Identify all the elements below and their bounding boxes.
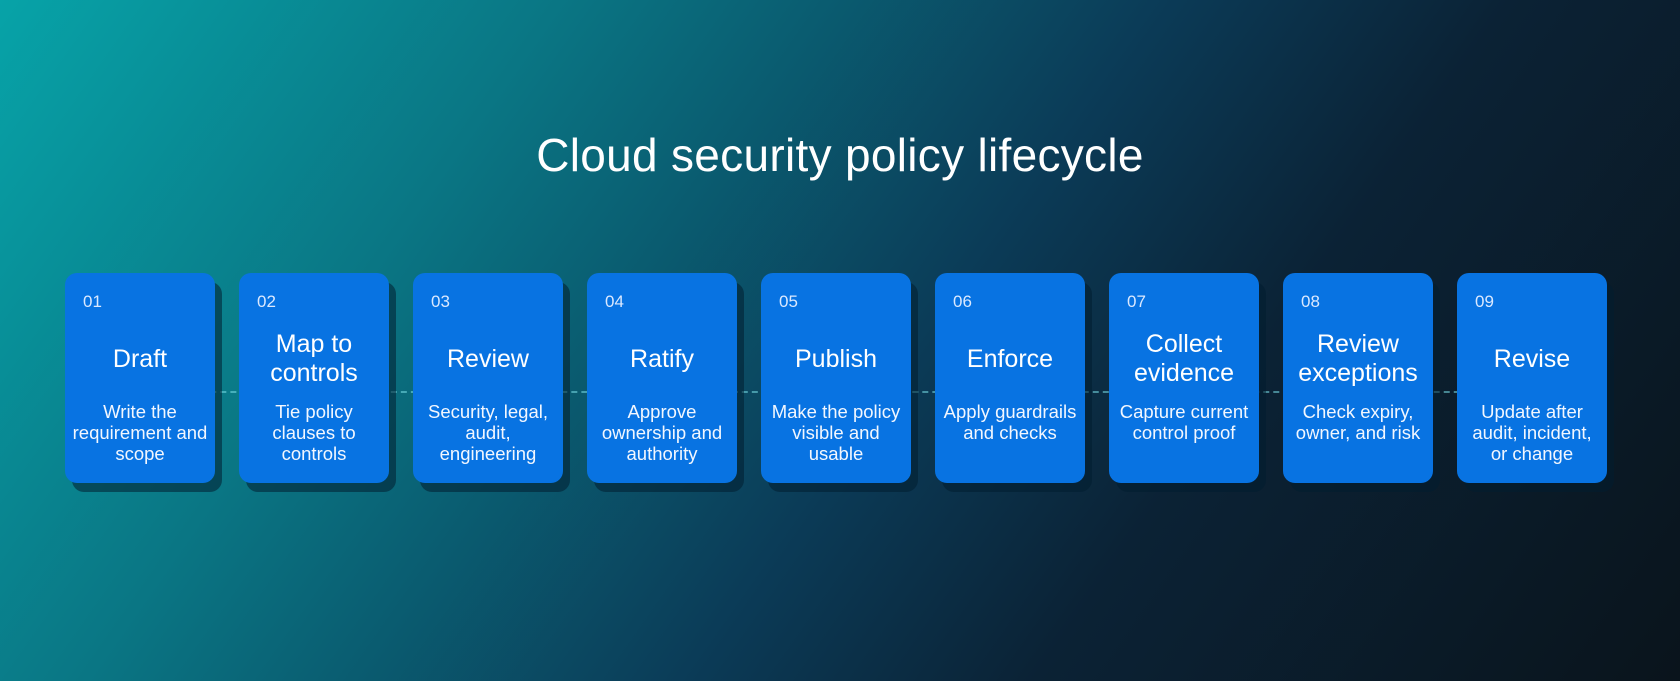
step-number: 03 — [431, 292, 450, 311]
step-card-publish: 05 Publish Make the policy visible and u… — [761, 273, 911, 483]
step-title-text: Draft — [112, 344, 168, 373]
step-number: 07 — [1127, 292, 1146, 311]
step-title-text: Revise — [1493, 344, 1571, 373]
step-title-text: Publish — [795, 344, 877, 373]
step-title-text: Map to controls — [270, 330, 358, 387]
step-number: 06 — [953, 292, 972, 311]
step-card-map-to-controls: 02 Map to controls Tie policy clauses to… — [239, 273, 389, 483]
step-card-revise: 09 Revise Update after audit, incident, … — [1457, 273, 1607, 483]
step-description: Capture current control proof — [1119, 401, 1249, 443]
step-number: 09 — [1475, 292, 1494, 311]
step-card-enforce: 06 Enforce Apply guardrails and checks — [935, 273, 1085, 483]
step-number: 01 — [83, 292, 102, 311]
step-number: 04 — [605, 292, 624, 311]
step-description: Approve ownership and authority — [601, 401, 723, 464]
lifecycle-diagram: Cloud security policy lifecycle 01 Draft… — [0, 0, 1680, 681]
step-card-ratify: 04 Ratify Approve ownership and authorit… — [587, 273, 737, 483]
step-title-text: Review exceptions — [1298, 330, 1418, 387]
steps-row: 01 Draft Write the requirement and scope… — [65, 273, 1607, 483]
step-description: Make the policy visible and usable — [771, 401, 901, 464]
page-title: Cloud security policy lifecycle — [536, 129, 1144, 181]
step-number: 05 — [779, 292, 798, 311]
step-description: Apply guardrails and checks — [943, 401, 1077, 443]
step-number: 02 — [257, 292, 276, 311]
step-card-draft: 01 Draft Write the requirement and scope — [65, 273, 215, 483]
step-card-review: 03 Review Security, legal, audit, engine… — [413, 273, 563, 483]
step-title-text: Enforce — [966, 344, 1054, 373]
step-description: Update after audit, incident, or change — [1472, 401, 1592, 464]
step-description: Check expiry, owner, and risk — [1295, 401, 1421, 443]
step-title-text: Collect evidence — [1133, 330, 1235, 387]
step-title-text: Review — [447, 344, 529, 373]
step-description: Security, legal, audit, engineering — [428, 401, 548, 464]
step-description: Tie policy clauses to controls — [272, 401, 356, 464]
step-description: Write the requirement and scope — [72, 401, 208, 464]
step-card-collect-evidence: 07 Collect evidence Capture current cont… — [1109, 273, 1259, 483]
step-title-text: Ratify — [630, 344, 694, 373]
step-card-review-exceptions: 08 Review exceptions Check expiry, owner… — [1283, 273, 1433, 483]
step-number: 08 — [1301, 292, 1320, 311]
